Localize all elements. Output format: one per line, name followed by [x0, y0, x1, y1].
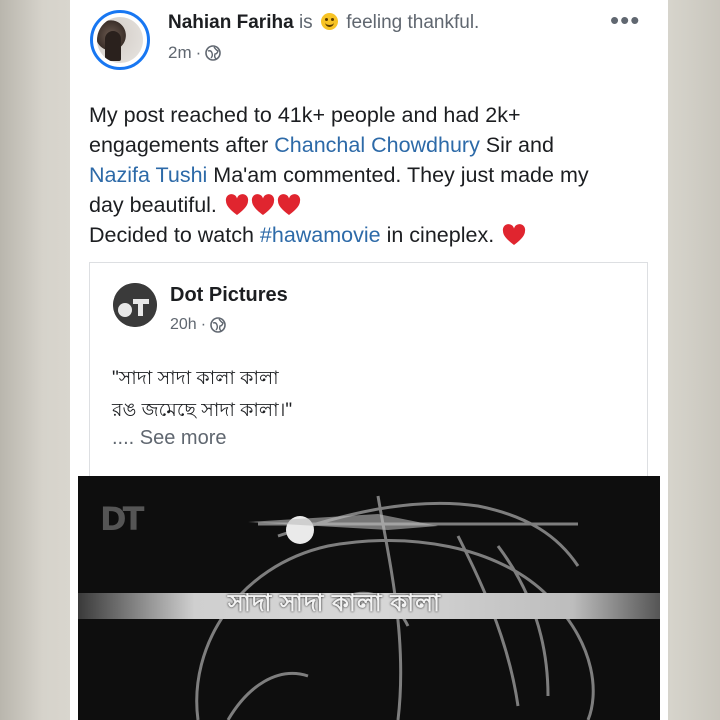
post-text: My post reached to 41k+ people and had 2… — [89, 100, 659, 250]
video-caption: সাদা সাদা কালা কালা — [228, 590, 441, 617]
video-logo: DT — [100, 500, 144, 538]
heart-icon — [277, 194, 301, 215]
hashtag-link[interactable]: #hawamovie — [260, 223, 381, 247]
meta-separator: · — [200, 316, 207, 333]
post-time[interactable]: 2m — [168, 43, 192, 63]
post-line-4: day beautiful. — [89, 193, 223, 217]
post-line-5-end: in cineplex. — [380, 223, 501, 247]
shared-post-time[interactable]: 20h — [170, 316, 197, 334]
page-avatar[interactable] — [113, 283, 157, 327]
see-more-link[interactable]: .... See more — [112, 427, 227, 450]
page-logo-icon — [113, 283, 157, 327]
video-thumbnail[interactable]: DT সাদা সাদা কালা কালা — [78, 476, 660, 720]
heart-icon — [503, 224, 526, 245]
globe-icon — [205, 45, 222, 61]
avatar-image — [97, 17, 143, 63]
heart-icon — [225, 194, 249, 215]
post-line-5: Decided to watch — [89, 223, 260, 247]
post-line-2: engagements after — [89, 133, 275, 157]
author-name[interactable]: Nahian Fariha — [168, 12, 294, 33]
more-options-icon[interactable]: ••• — [610, 7, 640, 33]
globe-icon — [210, 317, 226, 333]
post-line-1: My post reached to 41k+ people and had 2… — [89, 103, 521, 127]
feeling-text[interactable]: feeling thankful. — [346, 12, 479, 33]
quote-line-2: রঙ জমেছে সাদা কালা।" — [112, 400, 293, 421]
is-text: is — [298, 12, 313, 33]
meta-separator: · — [195, 43, 202, 62]
post-line-3: Ma'am commented. They just made my — [207, 163, 589, 187]
author-avatar[interactable] — [90, 10, 150, 70]
post-card: Nahian Fariha is feeling thankful. 2m · … — [70, 0, 668, 720]
post-line-2-end: Sir and — [479, 133, 554, 157]
post-header: Nahian Fariha is feeling thankful. — [168, 12, 479, 34]
heart-icon — [251, 194, 275, 215]
mention-nazifa[interactable]: Nazifa Tushi — [89, 163, 207, 187]
shared-post-quote: "সাদা সাদা কালা কালা রঙ জমেছে সাদা কালা।… — [112, 363, 292, 427]
post-meta: 2m · — [168, 43, 222, 63]
shared-post[interactable]: Dot Pictures 20h · "সাদা সাদা কালা কালা … — [89, 262, 648, 483]
smiley-icon — [320, 13, 338, 30]
shared-post-meta: 20h · — [170, 316, 226, 334]
quote-line-1: "সাদা সাদা কালা কালা — [112, 368, 279, 389]
mention-chanchal[interactable]: Chanchal Chowdhury — [274, 133, 480, 157]
page-name[interactable]: Dot Pictures — [170, 284, 288, 307]
